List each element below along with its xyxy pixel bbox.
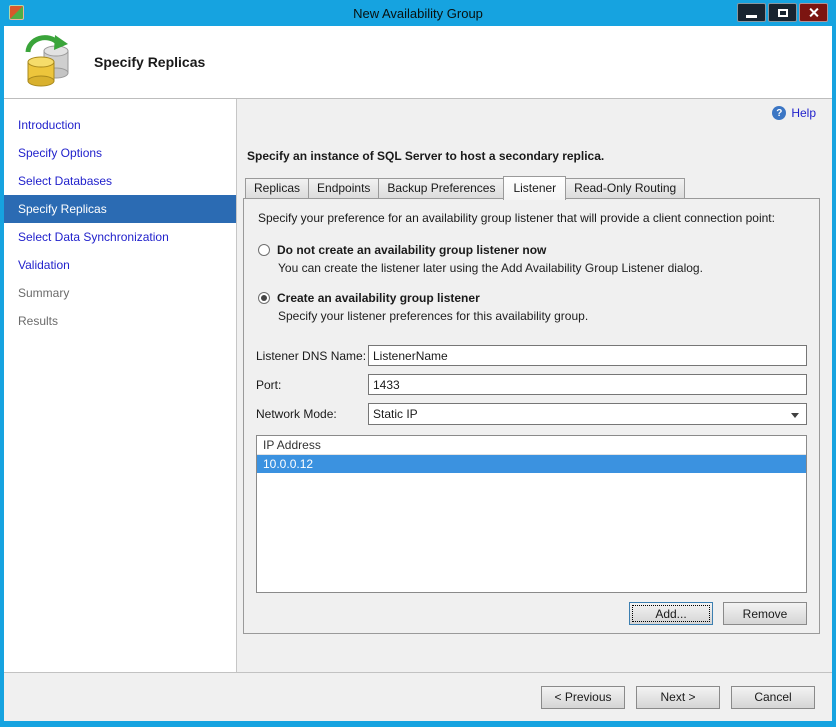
minimize-button[interactable]: [737, 3, 766, 22]
remove-button[interactable]: Remove: [723, 602, 807, 625]
sidebar-item-specify-replicas[interactable]: Specify Replicas: [4, 195, 236, 223]
cancel-button[interactable]: Cancel: [731, 685, 815, 709]
chevron-down-icon: [791, 413, 799, 418]
radio-no-listener-desc: You can create the listener later using …: [278, 261, 703, 275]
listener-intro-text: Specify your preference for an availabil…: [258, 211, 775, 225]
replica-tabs: Replicas Endpoints Backup Preferences Li…: [243, 175, 820, 200]
tab-backup-preferences[interactable]: Backup Preferences: [378, 178, 505, 199]
help-label: Help: [791, 106, 816, 120]
close-icon: [808, 7, 819, 18]
add-button[interactable]: Add...: [629, 602, 713, 625]
sidebar-item-select-data-synchronization[interactable]: Select Data Synchronization: [4, 223, 236, 251]
ip-address-list[interactable]: IP Address 10.0.0.12: [256, 435, 807, 593]
ip-actions: Add... Remove: [256, 602, 807, 625]
sidebar-item-results: Results: [18, 314, 59, 328]
titlebar[interactable]: New Availability Group: [4, 0, 832, 26]
sidebar-item-select-databases[interactable]: Select Databases: [4, 167, 236, 195]
dns-name-input[interactable]: [368, 345, 807, 366]
radio-create-listener-desc: Specify your listener preferences for th…: [278, 309, 589, 323]
maximize-button[interactable]: [768, 3, 797, 22]
sidebar-item-introduction[interactable]: Introduction: [4, 111, 236, 139]
page-instruction: Specify an instance of SQL Server to hos…: [247, 149, 605, 163]
replicas-database-icon: [22, 34, 72, 91]
new-availability-group-window: New Availability Group Specify Replicas …: [0, 0, 836, 727]
tab-read-only-routing[interactable]: Read-Only Routing: [565, 178, 686, 199]
wizard-footer: < Previous Next > Cancel: [4, 673, 832, 721]
radio-no-listener-label: Do not create an availability group list…: [277, 243, 547, 257]
window-controls: [737, 3, 828, 22]
tab-endpoints[interactable]: Endpoints: [308, 178, 380, 199]
radio-create-listener-label: Create an availability group listener: [277, 291, 480, 305]
radio-no-listener-icon[interactable]: [258, 244, 270, 256]
tab-listener[interactable]: Listener: [503, 176, 567, 200]
ip-address-column-header: IP Address: [257, 436, 806, 455]
wizard-main-pane: ? Help Specify an instance of SQL Server…: [237, 99, 832, 672]
window-frame: Specify Replicas Introduction Specify Op…: [4, 26, 832, 721]
minimize-icon: [746, 15, 757, 18]
radio-no-listener[interactable]: Do not create an availability group list…: [258, 243, 807, 257]
previous-button[interactable]: < Previous: [541, 685, 625, 709]
listener-form: Listener DNS Name: Port: Network Mode: S…: [256, 345, 807, 433]
network-mode-label: Network Mode:: [256, 407, 337, 421]
next-button[interactable]: Next >: [636, 685, 720, 709]
network-mode-value: Static IP: [373, 407, 418, 421]
wizard-body: Introduction Specify Options Select Data…: [4, 98, 832, 673]
network-mode-select[interactable]: Static IP: [368, 403, 807, 425]
wizard-steps-sidebar: Introduction Specify Options Select Data…: [4, 99, 237, 672]
help-icon: ?: [772, 106, 787, 120]
wizard-header: Specify Replicas: [4, 26, 832, 98]
dns-name-label: Listener DNS Name:: [256, 348, 367, 363]
radio-create-listener-icon[interactable]: [258, 292, 270, 304]
help-link[interactable]: ? Help: [772, 106, 816, 120]
radio-create-listener[interactable]: Create an availability group listener: [258, 291, 807, 305]
window-title: New Availability Group: [353, 5, 483, 21]
ip-address-row[interactable]: 10.0.0.12: [257, 455, 806, 473]
listener-tab-panel: Specify your preference for an availabil…: [243, 198, 820, 634]
port-label: Port:: [256, 377, 282, 392]
sidebar-item-summary: Summary: [18, 286, 70, 300]
port-input[interactable]: [368, 374, 807, 395]
window-icon: [9, 5, 24, 20]
sidebar-item-specify-options[interactable]: Specify Options: [4, 139, 236, 167]
close-button[interactable]: [799, 3, 828, 22]
maximize-icon: [777, 8, 788, 17]
tab-replicas[interactable]: Replicas: [245, 178, 310, 199]
sidebar-item-validation[interactable]: Validation: [4, 251, 236, 279]
page-title: Specify Replicas: [94, 54, 206, 70]
